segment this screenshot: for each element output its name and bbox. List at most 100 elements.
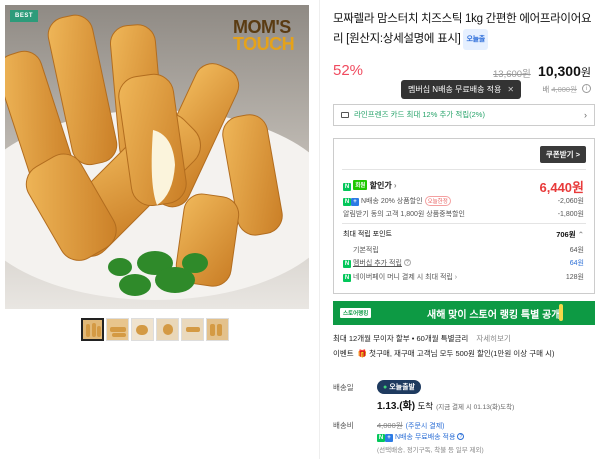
shipping-fee-label: 배 [542, 85, 550, 94]
basic-points-text: 기본적립 [353, 247, 379, 254]
shipping-tooltip-text: 멤버십 N배송 무료배송 적용 [408, 85, 502, 94]
basic-points-value: 64원 [569, 247, 584, 254]
nplus-icon: N [343, 198, 351, 206]
coupon-button[interactable]: 쿠폰받기 > [539, 146, 586, 163]
naverpay-points-line: N 네이버페이 머니 결제 시 최대 적립 › [343, 272, 457, 282]
shipping-row: 멤버십 N배송 무료배송 적용 ✕ 배 4,000원 i [333, 80, 591, 99]
event-text: 첫구매, 재구매 고객님 모두 500원 할인(1만원 이상 구매 시) [369, 349, 555, 358]
first-buy-value: -1,800원 [557, 211, 584, 218]
arrival-info: 1.13.(화) 도착 (지금 결제 시 01.13(화)도착) [377, 397, 514, 412]
divider [342, 169, 586, 170]
arrival-word: 도착 [417, 401, 434, 411]
card-promo-text: 라인프렌즈 카드 최대 12% 추가 적립(2%) [354, 110, 485, 119]
card-promo-row[interactable]: 라인프렌즈 카드 최대 12% 추가 적립(2%) › [333, 104, 595, 126]
discount-price: 6,440원 [539, 180, 585, 195]
first-buy-line: 알림받기 동의 고객 1,800원 상품중복할인 [343, 209, 465, 219]
n-discount-text: N배송 20% 상품할인 [360, 198, 423, 205]
thumbnail-4[interactable] [156, 318, 179, 341]
n-discount-line: N + N배송 20% 상품할인 오늘한정 [343, 196, 451, 206]
shipping-fee-label: 배송비 [333, 421, 354, 430]
event-promo: 이벤트 🎁 첫구매, 재구매 고객님 모두 500원 할인(1만원 이상 구매 시… [333, 348, 554, 359]
delivery-date-label: 배송일 [333, 383, 354, 392]
banner-decoration [559, 304, 563, 321]
npay-icon: N [343, 274, 351, 282]
product-title: 모짜렐라 맘스터치 치즈스틱 1kg 간편한 에어프라이어요리 [원산지:상세설… [333, 10, 595, 50]
membership-points-value: 64원 [569, 260, 584, 267]
first-buy-text: 알림받기 동의 고객 1,800원 상품중복할인 [343, 211, 465, 218]
basic-points-line: 기본적립 [343, 245, 379, 255]
shipping-fee: 배 4,000원 [542, 84, 577, 95]
chevron-right-icon[interactable]: › [455, 274, 457, 281]
nplus-icon: N [343, 260, 351, 268]
limited-badge: 오늘한정 [424, 196, 451, 206]
banner-text: 새해 맞이 스토어 랭킹 특별 공개 [427, 310, 561, 321]
fee-note: (주문시 결제) [405, 423, 445, 430]
fee-line: 4,000원 (주문시 결제) [377, 420, 444, 431]
thumbnail-1[interactable] [81, 318, 104, 341]
nplus-icon: N [343, 183, 351, 191]
naverpay-points-value: 128원 [565, 274, 584, 281]
thumbnail-2[interactable] [106, 318, 129, 341]
shipping-tooltip: 멤버십 N배송 무료배송 적용 ✕ [401, 80, 522, 99]
exclusion-note: (선택배송, 정기구독, 착불 등 일부 제외) [377, 447, 484, 454]
free-shipping-line: N + N배송 무료배송 적용? [377, 432, 465, 442]
gift-icon: 🎁 [357, 349, 368, 358]
today-ship-badge: 오늘출 [463, 29, 488, 50]
discount-rate: 52% [333, 62, 364, 79]
installment-promo: 최대 12개월 무이자 할부 • 60개월 특별금리 자세히보기 [333, 333, 511, 344]
points-label: 최대 적립 포인트 [343, 229, 392, 239]
thumbnail-6[interactable] [206, 318, 229, 341]
thumbnail-5[interactable] [181, 318, 204, 341]
event-label: 이벤트 [333, 349, 354, 358]
image-panel: BEST MOM'S TOUCH [0, 0, 320, 459]
original-price: 13,600원 [493, 69, 531, 80]
chevron-right-icon: › [393, 181, 397, 190]
benefit-box: 쿠폰받기 > N 회원 할인가 › 6,440원 N + N배송 20% 상품할인… [333, 138, 595, 294]
free-shipping-text: N배송 무료배송 적용 [394, 434, 456, 441]
points-label-text: 최대 적립 포인트 [343, 231, 392, 238]
membership-points-link[interactable]: 멤버십 추가 적립 [353, 260, 402, 267]
best-badge: BEST [10, 10, 39, 22]
membership-points-line: N 멤버십 추가 적립? [343, 258, 411, 268]
naverpay-points-text: 네이버페이 머니 결제 시 최대 적립 [352, 274, 453, 281]
chevron-right-icon: › [584, 110, 587, 120]
help-icon[interactable]: ? [403, 259, 411, 266]
chevron-down-icon[interactable]: ⌃ [578, 230, 584, 239]
help-icon[interactable]: ? [457, 433, 465, 440]
more-link[interactable]: 자세히보기 [476, 334, 511, 343]
today-dispatch-pill: ● 오늘출발 [377, 380, 421, 394]
plus-icon: + [351, 198, 359, 206]
divider [342, 223, 586, 224]
points-total-value: 706원 [556, 230, 576, 239]
sale-price: 10,300원 [538, 63, 591, 80]
sale-price-unit: 원 [580, 67, 591, 79]
store-ranking-logo: 스토어랭킹 [340, 308, 372, 318]
shipping-fee-struck: 4,000원 [551, 85, 577, 94]
npay-tag: 회원 [353, 180, 368, 190]
discount-label: 할인가 [369, 181, 392, 190]
info-icon[interactable]: i [582, 84, 591, 93]
check-icon: ● [383, 384, 388, 391]
points-total: 706원 ⌃ [556, 229, 584, 240]
thumbnail-3[interactable] [131, 318, 154, 341]
installment-text: 최대 12개월 무이자 할부 • 60개월 특별금리 [333, 334, 469, 343]
info-panel: 모짜렐라 맘스터치 치즈스틱 1kg 간편한 에어프라이어요리 [원산지:상세설… [333, 0, 600, 459]
brand-logo: MOM'S TOUCH [233, 18, 295, 54]
nplus-icon: N [377, 434, 385, 442]
close-icon[interactable]: ✕ [507, 85, 514, 94]
discount-price-label: N 회원 할인가 › [343, 180, 397, 191]
store-ranking-banner[interactable]: 스토어랭킹 새해 맞이 스토어 랭킹 특별 공개 [333, 301, 595, 325]
fee-struck: 4,000원 [377, 421, 403, 430]
sale-price-value: 10,300 [538, 63, 581, 79]
today-dispatch-text: 오늘출발 [389, 384, 415, 391]
n-discount-value: -2,060원 [557, 198, 584, 205]
arrival-date: 1.13.(화) [377, 401, 416, 412]
arrival-note: (지금 결제 시 01.13(화)도착) [436, 404, 515, 411]
product-title-text: 모짜렐라 맘스터치 치즈스틱 1kg 간편한 에어프라이어요리 [원산지:상세설… [333, 13, 592, 45]
price-row: 52% 13,600원 10,300원 [333, 62, 591, 82]
thumbnail-strip [81, 318, 229, 341]
card-icon [341, 112, 349, 118]
product-main-image[interactable]: BEST MOM'S TOUCH [5, 5, 309, 309]
plus-icon: + [385, 434, 393, 442]
brand-logo-line2: TOUCH [233, 34, 295, 54]
